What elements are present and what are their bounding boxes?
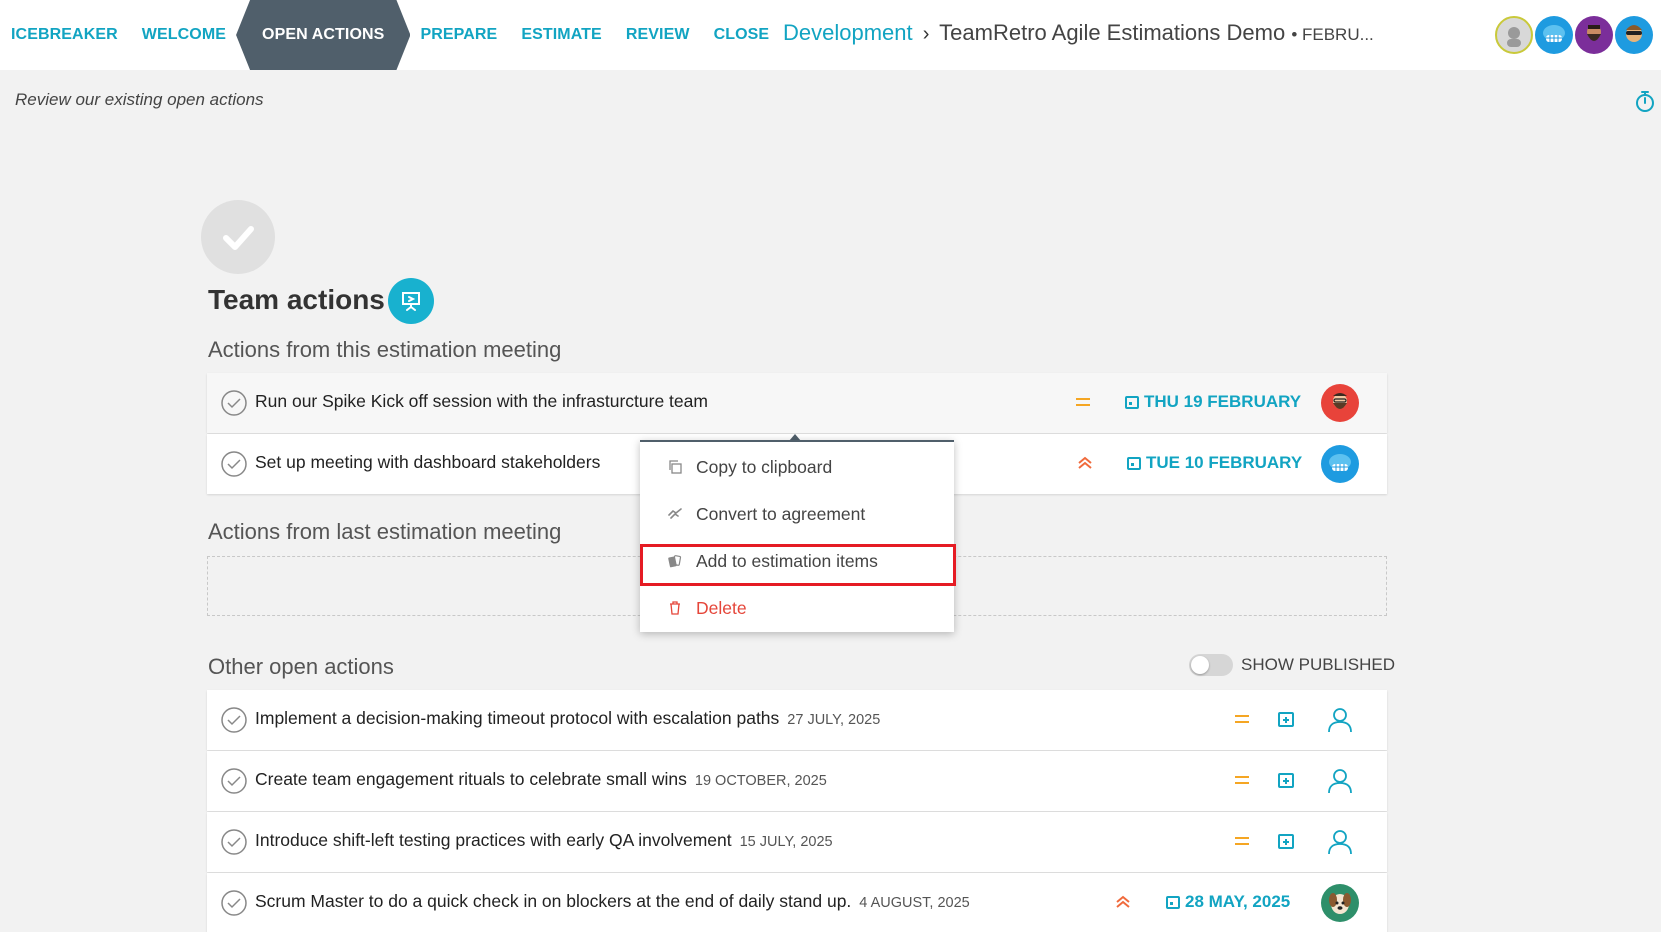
complete-check-icon[interactable] [220, 889, 248, 917]
priority-high-icon[interactable] [1114, 893, 1132, 911]
due-date-text: TUE 10 FEBRUARY [1146, 453, 1303, 472]
action-text[interactable]: Scrum Master to do a quick check in on b… [255, 891, 970, 912]
action-title: Introduce shift-left testing practices w… [255, 830, 732, 850]
nav-estimate[interactable]: ESTIMATE [509, 0, 614, 70]
calendar-icon [1125, 396, 1139, 409]
action-row[interactable]: Scrum Master to do a quick check in on b… [207, 873, 1387, 932]
show-published-toggle[interactable] [1189, 654, 1233, 676]
unassigned-user-icon[interactable] [1321, 762, 1359, 800]
completed-check-icon [201, 200, 275, 274]
top-bar: ICEBREAKER WELCOME OPEN ACTIONS PREPARE … [0, 0, 1661, 70]
participant-avatars [1495, 16, 1653, 54]
priority-high-icon[interactable] [1076, 454, 1094, 472]
stage-nav: ICEBREAKER WELCOME OPEN ACTIONS PREPARE … [0, 0, 781, 70]
section-other-actions: Other open actions [208, 654, 394, 679]
presentation-icon [402, 292, 420, 311]
unassigned-user-icon[interactable] [1321, 701, 1359, 739]
menu-delete[interactable]: Delete [640, 586, 954, 630]
action-text[interactable]: Create team engagement rituals to celebr… [255, 769, 827, 790]
complete-check-icon[interactable] [220, 767, 248, 795]
action-row[interactable]: Create team engagement rituals to celebr… [207, 751, 1387, 811]
show-published-control: SHOW PUBLISHED [1189, 654, 1395, 676]
complete-check-icon[interactable] [220, 389, 248, 417]
assignee-avatar[interactable] [1321, 384, 1359, 422]
avatar[interactable] [1495, 16, 1533, 54]
timer-icon[interactable] [1634, 89, 1656, 113]
context-menu: Copy to clipboard Convert to agreement A… [640, 440, 954, 632]
avatar[interactable] [1535, 16, 1573, 54]
highlight-box [640, 544, 956, 586]
action-created-date: 27 JULY, 2025 [787, 712, 881, 728]
due-date[interactable]: THU 19 FEBRUARY [1124, 392, 1301, 412]
action-row[interactable]: Implement a decision-making timeout prot… [207, 690, 1387, 750]
add-due-date-icon[interactable] [1277, 710, 1295, 728]
action-row[interactable]: Run our Spike Kick off session with the … [207, 373, 1387, 433]
handshake-icon [668, 508, 682, 519]
section-this-meeting: Actions from this estimation meeting [208, 337, 562, 362]
priority-medium-icon[interactable] [1074, 393, 1092, 411]
calendar-icon [1127, 457, 1141, 470]
add-due-date-icon[interactable] [1277, 771, 1295, 789]
show-published-label: SHOW PUBLISHED [1241, 655, 1395, 674]
page-title: Team actions [208, 284, 385, 315]
nav-welcome[interactable]: WELCOME [130, 0, 238, 70]
breadcrumb-team-link[interactable]: Development [783, 20, 913, 45]
menu-item-label: Delete [696, 597, 747, 618]
nav-prepare[interactable]: PREPARE [408, 0, 509, 70]
avatar[interactable] [1575, 16, 1613, 54]
due-date-text: THU 19 FEBRUARY [1144, 392, 1302, 411]
priority-medium-icon[interactable] [1233, 832, 1251, 850]
action-row[interactable]: Introduce shift-left testing practices w… [207, 812, 1387, 872]
due-date[interactable]: TUE 10 FEBRUARY [1126, 453, 1302, 473]
menu-item-label: Copy to clipboard [696, 456, 833, 477]
copy-icon [669, 460, 682, 474]
complete-check-icon[interactable] [220, 450, 248, 478]
meeting-title: TeamRetro Agile Estimations Demo [939, 20, 1286, 45]
section-last-meeting: Actions from last estimation meeting [208, 519, 562, 544]
calendar-icon [1166, 896, 1180, 909]
nav-close[interactable]: CLOSE [702, 0, 782, 70]
action-created-date: 15 JULY, 2025 [739, 834, 833, 850]
action-created-date: 4 AUGUST, 2025 [859, 895, 970, 911]
assignee-avatar[interactable] [1321, 884, 1359, 922]
action-created-date: 19 OCTOBER, 2025 [694, 773, 827, 789]
nav-review[interactable]: REVIEW [614, 0, 702, 70]
meeting-date: • FEBRU... [1291, 25, 1374, 44]
priority-medium-icon[interactable] [1233, 771, 1251, 789]
action-text[interactable]: Set up meeting with dashboard stakeholde… [255, 452, 600, 473]
due-date-text: 28 MAY, 2025 [1185, 892, 1291, 911]
menu-copy-to-clipboard[interactable]: Copy to clipboard [640, 445, 954, 489]
action-text[interactable]: Introduce shift-left testing practices w… [255, 830, 833, 851]
complete-check-icon[interactable] [220, 828, 248, 856]
nav-icebreaker[interactable]: ICEBREAKER [0, 0, 130, 70]
priority-medium-icon[interactable] [1233, 710, 1251, 728]
breadcrumb-separator: › [922, 23, 930, 45]
due-date[interactable]: 28 MAY, 2025 [1165, 892, 1290, 912]
menu-item-label: Convert to agreement [696, 503, 866, 524]
avatar[interactable] [1615, 16, 1653, 54]
stage-subtitle: Review our existing open actions [15, 90, 264, 109]
action-title: Implement a decision-making timeout prot… [255, 708, 780, 728]
action-text[interactable]: Implement a decision-making timeout prot… [255, 708, 880, 729]
assignee-avatar[interactable] [1321, 445, 1359, 483]
action-title: Create team engagement rituals to celebr… [255, 769, 687, 789]
menu-convert-to-agreement[interactable]: Convert to agreement [640, 492, 954, 536]
action-title: Scrum Master to do a quick check in on b… [255, 891, 852, 911]
toggle-knob [1191, 656, 1209, 674]
add-due-date-icon[interactable] [1277, 832, 1295, 850]
breadcrumb: Development › TeamRetro Agile Estimation… [783, 20, 1374, 46]
trash-icon [670, 601, 680, 615]
complete-check-icon[interactable] [220, 706, 248, 734]
unassigned-user-icon[interactable] [1321, 823, 1359, 861]
nav-open-actions[interactable]: OPEN ACTIONS [236, 0, 410, 70]
present-button[interactable] [388, 278, 434, 324]
action-text[interactable]: Run our Spike Kick off session with the … [255, 391, 708, 412]
